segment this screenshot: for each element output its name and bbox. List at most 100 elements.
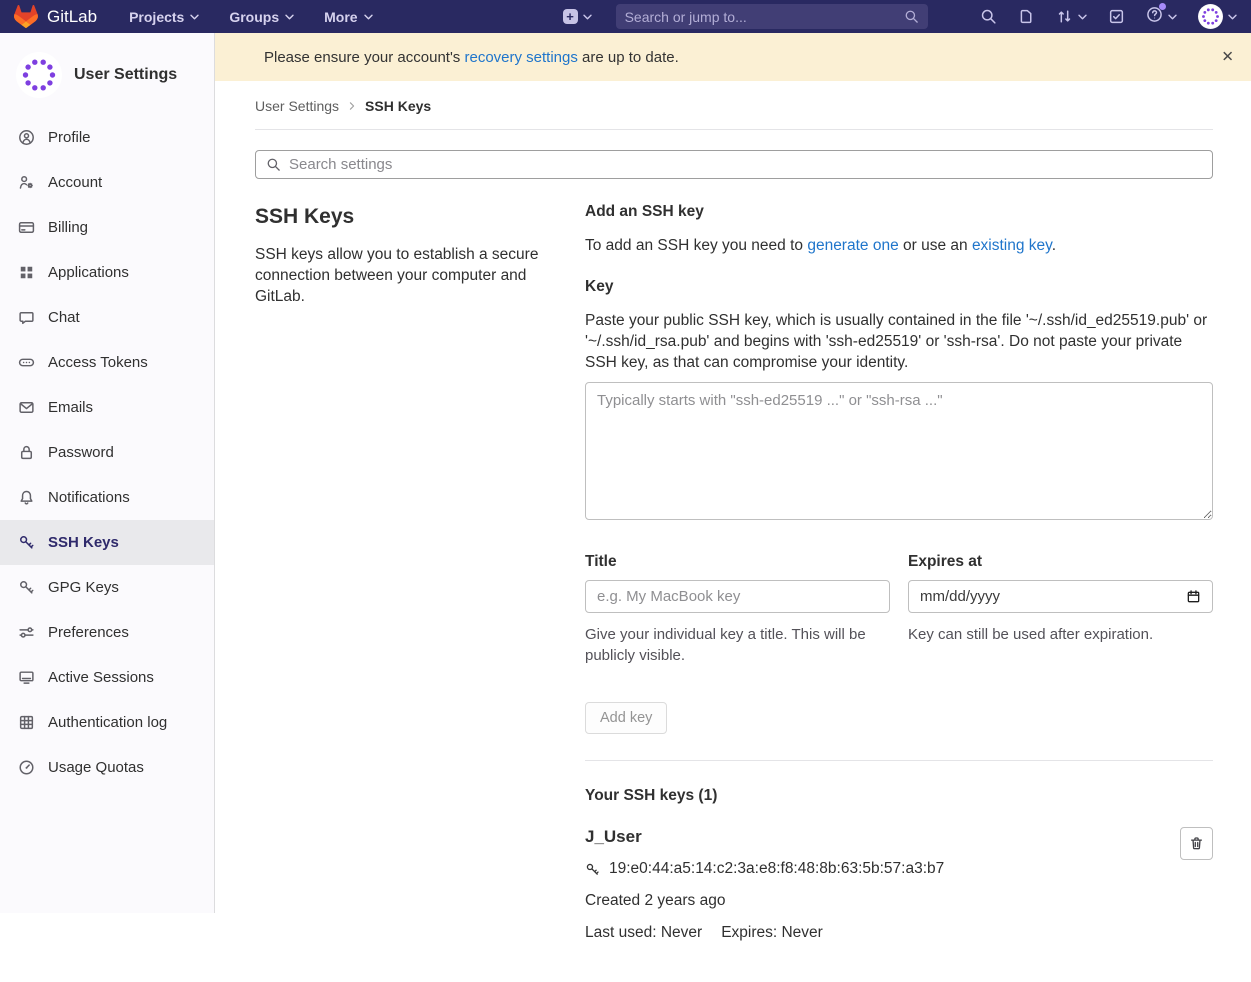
- add-key-button[interactable]: Add key: [585, 702, 667, 734]
- key-field-help: Paste your public SSH key, which is usua…: [585, 310, 1213, 373]
- chevron-down-icon: [285, 14, 294, 20]
- search-icon: [266, 157, 281, 172]
- chevron-down-icon: [1078, 14, 1087, 20]
- user-settings-avatar: [15, 51, 63, 99]
- sidebar-item-notifications[interactable]: Notifications: [0, 475, 214, 520]
- apps-grid-icon: [18, 264, 35, 281]
- chevron-down-icon: [1228, 14, 1237, 20]
- section-divider: [585, 760, 1213, 761]
- breadcrumb: User Settings SSH Keys: [255, 81, 1213, 130]
- settings-sidebar: User Settings Profile Account Billing Ap…: [0, 33, 215, 913]
- nav-menu-projects[interactable]: Projects: [129, 9, 199, 25]
- search-icon[interactable]: [980, 8, 997, 25]
- global-search-input[interactable]: [625, 9, 904, 25]
- credit-card-icon: [18, 219, 35, 236]
- key-title-input[interactable]: [585, 580, 890, 613]
- lock-icon: [18, 444, 35, 461]
- settings-search-input[interactable]: [289, 156, 1202, 173]
- sidebar-item-gpg-keys[interactable]: GPG Keys: [0, 565, 214, 610]
- sidebar-item-profile[interactable]: Profile: [0, 115, 214, 160]
- chevron-down-icon: [1168, 14, 1177, 20]
- ssh-key-created: Created 2 years ago: [585, 892, 1180, 910]
- ssh-keys-summary: SSH Keys SSH keys allow you to establish…: [255, 191, 560, 942]
- ssh-key-form-area: Add an SSH key To add an SSH key you nee…: [585, 191, 1213, 942]
- recovery-settings-link[interactable]: recovery settings: [464, 49, 577, 66]
- ssh-key-fingerprint: 19:e0:44:a5:14:c2:3a:e8:f8:48:8b:63:5b:5…: [609, 860, 944, 878]
- sidebar-item-password[interactable]: Password: [0, 430, 214, 475]
- token-pill-icon: [18, 354, 35, 371]
- user-gear-icon: [18, 174, 35, 191]
- todo-icon[interactable]: [1108, 8, 1125, 25]
- breadcrumb-current: SSH Keys: [365, 98, 431, 114]
- your-ssh-keys-heading: Your SSH keys (1): [585, 787, 1213, 805]
- key-field-label: Key: [585, 278, 1213, 296]
- new-menu-button[interactable]: +: [563, 9, 592, 24]
- top-navbar: GitLab Projects Groups More +: [0, 0, 1251, 33]
- generate-one-link[interactable]: generate one: [807, 237, 898, 254]
- nav-menu-more[interactable]: More: [324, 9, 372, 25]
- main-content: User Settings SSH Keys SSH Keys SSH keys…: [215, 81, 1251, 982]
- sidebar-item-chat[interactable]: Chat: [0, 295, 214, 340]
- plus-icon: +: [563, 9, 578, 24]
- ssh-key-list-item: J_User 19:e0:44:a5:14:c2:3a:e8:f8:48:8b:…: [585, 827, 1213, 942]
- envelope-icon: [18, 399, 35, 416]
- bell-icon: [18, 489, 35, 506]
- key-icon: [18, 579, 35, 596]
- chevron-down-icon: [583, 14, 592, 20]
- sidebar-nav: Profile Account Billing Applications Cha…: [0, 115, 214, 790]
- table-icon: [18, 714, 35, 731]
- sidebar-item-account[interactable]: Account: [0, 160, 214, 205]
- nav-menus: Projects Groups More: [129, 9, 372, 25]
- sidebar-item-billing[interactable]: Billing: [0, 205, 214, 250]
- expires-field-group: Expires at Key can still be used after e…: [908, 553, 1213, 666]
- expires-date-input[interactable]: [920, 588, 1186, 605]
- sidebar-item-preferences[interactable]: Preferences: [0, 610, 214, 655]
- global-search: [616, 4, 928, 29]
- monitor-icon: [18, 669, 35, 686]
- gitlab-logo[interactable]: GitLab: [14, 5, 97, 28]
- gauge-icon: [18, 759, 35, 776]
- key-fingerprint-icon: [585, 862, 600, 877]
- sidebar-item-applications[interactable]: Applications: [0, 250, 214, 295]
- brand-name: GitLab: [47, 7, 97, 27]
- existing-key-link[interactable]: existing key: [972, 237, 1052, 254]
- ssh-key-textarea[interactable]: [585, 382, 1213, 520]
- sidebar-item-emails[interactable]: Emails: [0, 385, 214, 430]
- expires-date-field[interactable]: [908, 580, 1213, 613]
- settings-search: [255, 150, 1213, 179]
- page-description: SSH keys allow you to establish a secure…: [255, 244, 560, 307]
- close-icon[interactable]: ✕: [1221, 50, 1234, 65]
- sidebar-header: User Settings: [0, 43, 214, 115]
- sidebar-item-authentication-log[interactable]: Authentication log: [0, 700, 214, 745]
- sidebar-item-access-tokens[interactable]: Access Tokens: [0, 340, 214, 385]
- ssh-key-last-used: Last used: Never: [585, 924, 702, 942]
- delete-key-button[interactable]: [1180, 827, 1213, 860]
- ssh-key-expires: Expires: Never: [721, 924, 823, 942]
- banner-text: Please ensure your account's recovery se…: [264, 49, 679, 66]
- merge-request-icon: [1056, 8, 1073, 25]
- add-ssh-key-heading: Add an SSH key: [585, 203, 1213, 221]
- page-title: SSH Keys: [255, 205, 560, 229]
- breadcrumb-user-settings[interactable]: User Settings: [255, 98, 339, 114]
- sliders-icon: [18, 624, 35, 641]
- title-field-help: Give your individual key a title. This w…: [585, 624, 890, 666]
- recovery-settings-banner: Please ensure your account's recovery se…: [215, 33, 1251, 81]
- issues-icon[interactable]: [1018, 8, 1035, 25]
- user-menu-button[interactable]: [1198, 4, 1237, 29]
- breadcrumb-chevron-icon: [348, 102, 356, 110]
- merge-requests-button[interactable]: [1056, 8, 1087, 25]
- sidebar-title: User Settings: [74, 66, 177, 84]
- sidebar-item-ssh-keys[interactable]: SSH Keys: [0, 520, 214, 565]
- search-icon: [904, 9, 919, 24]
- title-field-group: Title Give your individual key a title. …: [585, 553, 890, 666]
- ssh-key-title: J_User: [585, 827, 1180, 847]
- sidebar-item-active-sessions[interactable]: Active Sessions: [0, 655, 214, 700]
- calendar-icon[interactable]: [1186, 589, 1201, 604]
- sidebar-item-usage-quotas[interactable]: Usage Quotas: [0, 745, 214, 790]
- tanuki-logo-icon: [14, 5, 38, 28]
- chevron-down-icon: [190, 14, 199, 20]
- chevron-down-icon: [364, 14, 373, 20]
- nav-menu-groups[interactable]: Groups: [229, 9, 294, 25]
- help-menu-button[interactable]: [1146, 6, 1177, 28]
- speech-bubble-icon: [18, 309, 35, 326]
